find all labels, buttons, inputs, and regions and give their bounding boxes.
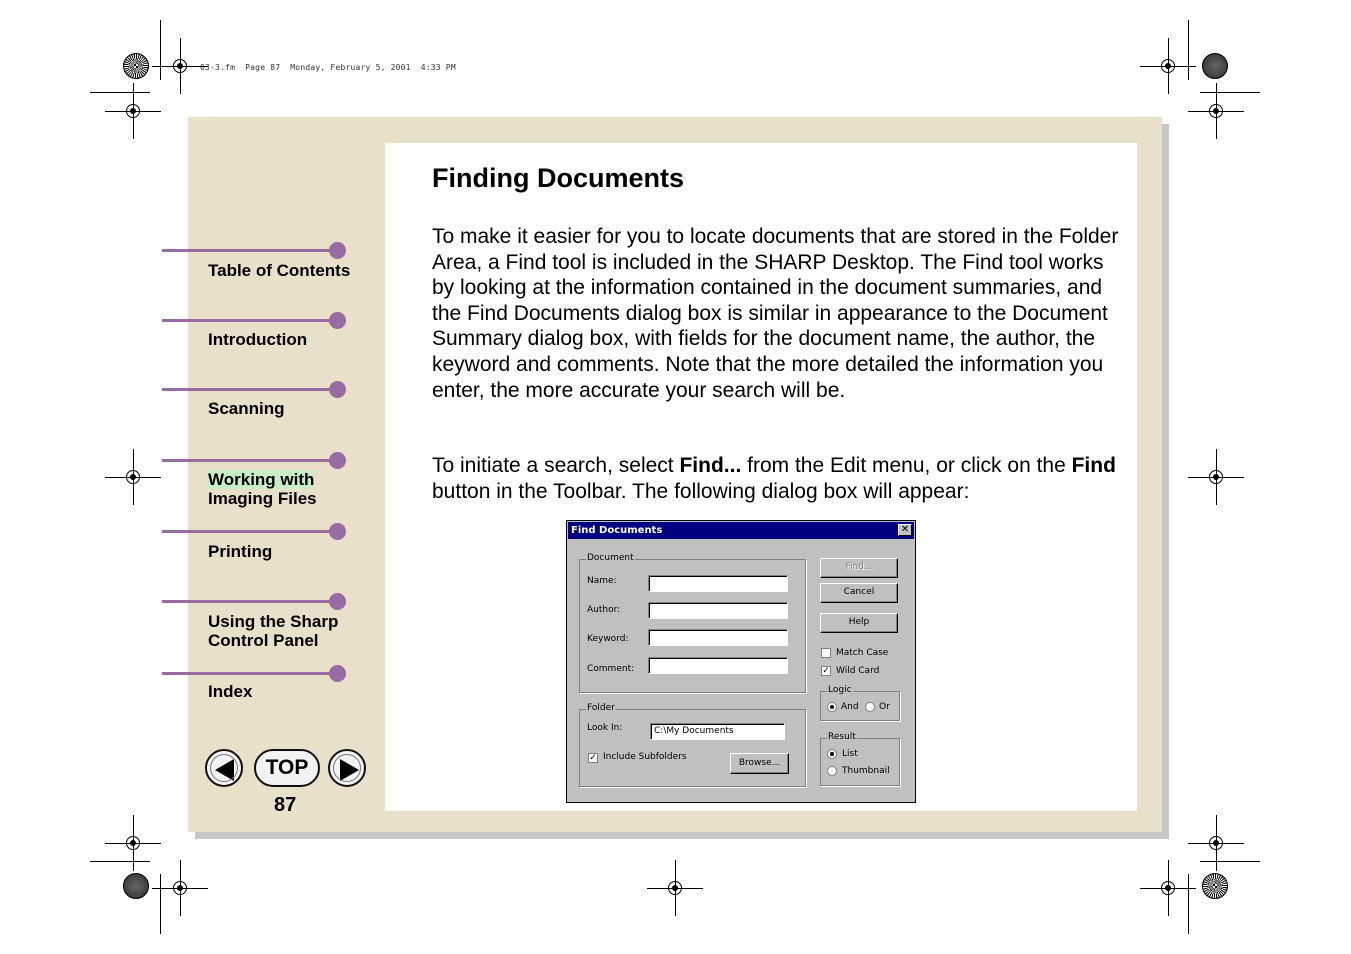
comment-label: Comment: <box>587 664 635 674</box>
result-list-radio[interactable] <box>827 749 837 759</box>
crop-mark <box>160 20 161 80</box>
logic-or-label: Or <box>879 702 890 712</box>
include-subfolders-label: Include Subfolders <box>603 752 687 762</box>
cancel-button[interactable]: Cancel <box>820 583 898 603</box>
registration-target-icon <box>1202 873 1228 899</box>
keyword-field[interactable] <box>648 629 788 646</box>
nav-divider <box>162 600 338 603</box>
close-icon[interactable]: ✕ <box>898 524 912 536</box>
arrow-left-icon <box>215 759 234 781</box>
result-thumbnail-label: Thumbnail <box>842 766 890 776</box>
nav-bullet-icon <box>329 452 346 469</box>
prev-page-button[interactable] <box>205 749 243 787</box>
nav-bullet-icon <box>329 523 346 540</box>
nav-label-line: Control Panel <box>208 631 319 650</box>
nav-bullet-icon <box>329 381 346 398</box>
nav-bullet-icon <box>329 242 346 259</box>
logic-and-radio[interactable] <box>827 702 837 712</box>
name-field[interactable] <box>648 575 788 592</box>
comment-field[interactable] <box>648 657 788 674</box>
crop-mark <box>160 874 161 934</box>
name-label: Name: <box>587 576 617 586</box>
crop-mark <box>1200 92 1260 93</box>
result-thumbnail-radio[interactable] <box>827 766 837 776</box>
nav-link-table-of-contents[interactable]: Table of Contents <box>208 261 350 280</box>
registration-target-icon <box>1202 53 1228 79</box>
nav-divider <box>162 459 338 462</box>
match-case-label: Match Case <box>836 648 889 658</box>
intro-paragraph: To make it easier for you to locate docu… <box>432 225 1119 402</box>
match-case-checkbox[interactable] <box>821 648 831 658</box>
help-button[interactable]: Help <box>820 613 898 633</box>
crop-mark <box>90 92 150 93</box>
nav-link-working-with-imaging-files[interactable]: Working with Imaging Files <box>208 470 317 508</box>
file-info-header: 03-3.fm Page 87 Monday, February 5, 2001… <box>200 63 456 72</box>
arrow-right-icon <box>340 759 359 781</box>
nav-link-printing[interactable]: Printing <box>208 542 272 561</box>
nav-bullet-icon <box>329 312 346 329</box>
nav-link-scanning[interactable]: Scanning <box>208 399 285 418</box>
top-button[interactable]: TOP <box>254 749 320 787</box>
group-label: Document <box>586 553 635 563</box>
group-label: Folder <box>586 703 616 713</box>
nav-divider <box>162 530 338 533</box>
logic-and-label: And <box>841 702 859 712</box>
nav-divider <box>162 319 338 322</box>
page-number: 87 <box>274 794 297 816</box>
registration-target-icon <box>123 873 149 899</box>
crop-mark <box>1200 861 1260 862</box>
folder-group: Folder <box>579 703 806 787</box>
crop-mark <box>90 861 150 862</box>
keyword-label: Keyword: <box>587 634 629 644</box>
nav-label-line: Imaging Files <box>208 489 317 508</box>
browse-button[interactable]: Browse... <box>730 753 789 774</box>
nav-bullet-icon <box>329 593 346 610</box>
nav-link-index[interactable]: Index <box>208 682 252 701</box>
nav-bullet-icon <box>329 665 346 682</box>
find-documents-dialog: Find Documents ✕ Document Name: Author: … <box>566 520 916 803</box>
author-label: Author: <box>587 605 621 615</box>
dialog-title-bar: Find Documents ✕ <box>568 522 914 539</box>
result-list-label: List <box>842 749 858 759</box>
include-subfolders-checkbox[interactable]: ✓ <box>588 753 598 763</box>
next-page-button[interactable] <box>328 749 366 787</box>
group-label: Result <box>827 732 857 742</box>
nav-label-line: Working with <box>208 470 315 489</box>
nav-divider <box>162 672 338 675</box>
crop-mark <box>1188 20 1189 80</box>
nav-divider <box>162 249 338 252</box>
nav-divider <box>162 388 338 391</box>
look-in-field[interactable]: C:\My Documents <box>650 723 785 740</box>
registration-target-icon <box>123 53 149 79</box>
author-field[interactable] <box>648 602 788 619</box>
group-label: Logic <box>827 685 853 695</box>
instruction-paragraph: To initiate a search, select Find... fro… <box>432 454 1116 503</box>
look-in-label: Look In: <box>587 723 623 733</box>
page-title: Finding Documents <box>432 163 684 193</box>
crop-mark <box>1188 874 1189 934</box>
logic-or-radio[interactable] <box>865 702 875 712</box>
nav-link-introduction[interactable]: Introduction <box>208 330 307 349</box>
wild-card-checkbox[interactable]: ✓ <box>821 666 831 676</box>
wild-card-label: Wild Card <box>836 666 880 676</box>
find-button[interactable]: Find... <box>820 558 898 578</box>
dialog-title: Find Documents <box>571 525 663 536</box>
nav-link-using-the-sharp-control-panel[interactable]: Using the Sharp Control Panel <box>208 612 338 650</box>
nav-label-line: Using the Sharp <box>208 612 339 631</box>
result-group: Result <box>820 732 900 786</box>
